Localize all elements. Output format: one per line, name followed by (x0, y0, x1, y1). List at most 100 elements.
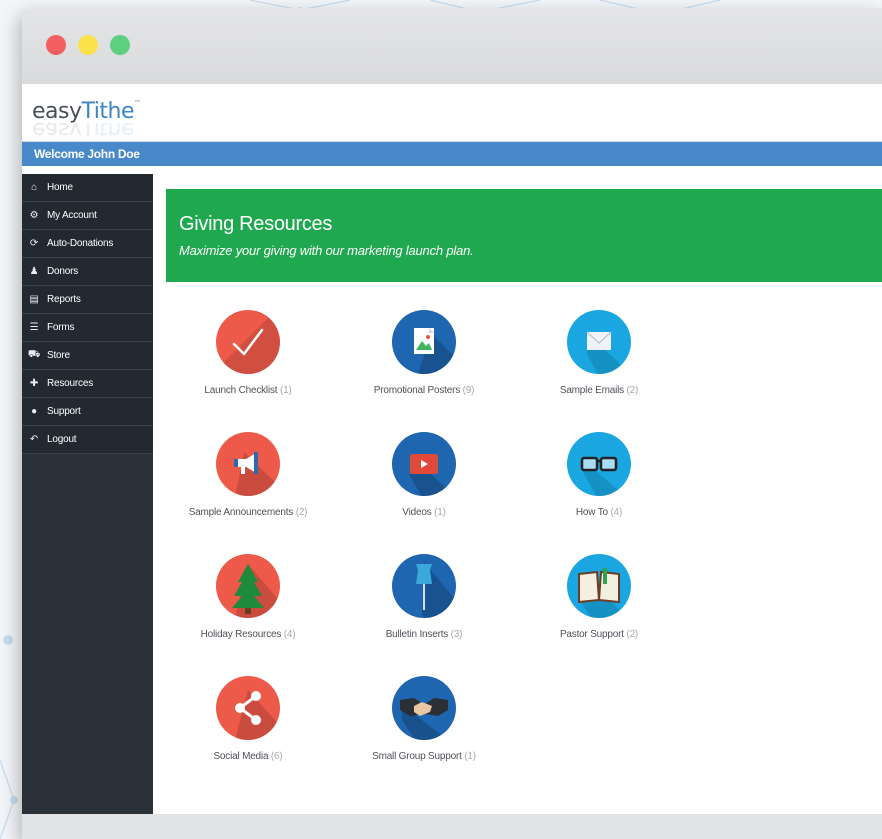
resource-count: (2) (626, 385, 639, 396)
resource-social-media[interactable]: Social Media (6) (173, 676, 323, 762)
logo-trademark: ™ (133, 99, 141, 107)
resource-count: (6) (270, 751, 283, 762)
window-close-button[interactable] (46, 35, 66, 55)
resource-count: (4) (283, 629, 296, 640)
resource-name: Sample Emails (559, 385, 624, 396)
pushpin-icon (392, 554, 456, 618)
sidebar-item-label: Donors (47, 266, 79, 277)
logo-reflection: easyTithe (32, 122, 134, 136)
resource-count: (1) (279, 385, 292, 396)
resource-pastor-support[interactable]: Pastor Support (2) (524, 554, 674, 640)
resource-count: (1) (434, 507, 446, 518)
resource-name: How To (575, 507, 608, 518)
sidebar-item-donors[interactable]: ♟ Donors (22, 258, 153, 286)
resource-videos[interactable]: Videos (1) (349, 432, 499, 518)
resource-count: (9) (462, 385, 475, 396)
resource-bulletin-inserts[interactable]: Bulletin Inserts (3) (349, 554, 499, 640)
sidebar-item-resources[interactable]: ✚ Resources (22, 370, 153, 398)
resource-launch-checklist[interactable]: Launch Checklist (1) (173, 310, 323, 396)
resource-name: Videos (402, 507, 432, 518)
logo[interactable]: easyTithe™ (32, 99, 141, 124)
resource-sample-emails[interactable]: Sample Emails (2) (524, 310, 674, 396)
resource-label: Sample Emails (2) (524, 385, 674, 396)
resource-promotional-posters[interactable]: Promotional Posters (9) (349, 310, 499, 396)
resource-name: Sample Announcements (188, 507, 294, 518)
megaphone-icon (216, 432, 280, 496)
tree-icon-art (232, 564, 280, 618)
sidebar-item-reports[interactable]: ▤ Reports (22, 286, 153, 314)
refresh-icon: ⟳ (29, 238, 39, 249)
window-minimize-button[interactable] (78, 35, 98, 55)
poster-icon (392, 310, 456, 374)
page-subtitle: Maximize your giving with our marketing … (179, 243, 474, 258)
window-titlebar (22, 8, 882, 84)
resource-holiday-resources[interactable]: Holiday Resources (4) (173, 554, 323, 640)
logo-part-easy: easy (32, 99, 82, 124)
resource-name: Bulletin Inserts (385, 629, 449, 640)
users-icon: ♟ (29, 266, 39, 277)
resource-small-group-support[interactable]: Small Group Support (1) (349, 676, 499, 762)
envelope-icon (567, 310, 631, 374)
sidebar-item-label: Support (47, 406, 81, 417)
glasses-icon-art (580, 456, 625, 496)
resource-label: Small Group Support (1) (349, 751, 499, 762)
list-icon: ☰ (29, 322, 39, 333)
sidebar-item-support[interactable]: ● Support (22, 398, 153, 426)
sidebar-item-logout[interactable]: ↶ Logout (22, 426, 153, 454)
resource-name: Small Group Support (372, 751, 462, 762)
home-icon: ⌂ (31, 182, 37, 193)
resource-count: (4) (610, 507, 623, 518)
video-icon-art (410, 454, 455, 496)
sidebar-item-store[interactable]: ⛟ Store (22, 342, 153, 370)
logo-part-tithe: Tithe (81, 99, 135, 124)
sidebar: ⌂ Home ⚙ My Account ⟳ Auto-Donations ♟ Donors ▤ R… (22, 174, 153, 814)
pushpin-icon-art (416, 562, 456, 618)
resource-label: How To (4) (524, 507, 674, 518)
checkmark-icon (216, 310, 280, 374)
resource-sample-announcements[interactable]: Sample Announcements (2) (173, 432, 323, 518)
resource-label: Launch Checklist (1) (173, 385, 323, 396)
resource-label: Videos (1) (349, 507, 499, 518)
share-icon (216, 676, 280, 740)
report-icon: ▤ (29, 294, 39, 305)
sidebar-item-label: Forms (47, 322, 75, 333)
sidebar-item-label: Logout (47, 434, 77, 445)
glasses-icon (567, 432, 631, 496)
gear-icon: ⚙ (29, 210, 39, 221)
browser-window: easyTithe™ easyTithe Welcome John Doe ⌂ H… (22, 8, 882, 839)
sidebar-item-forms[interactable]: ☰ Forms (22, 314, 153, 342)
sidebar-item-label: Reports (47, 294, 81, 305)
sidebar-item-label: Store (47, 350, 70, 361)
resource-count: (1) (464, 751, 476, 762)
resource-label: Bulletin Inserts (3) (349, 629, 499, 640)
video-icon (392, 432, 456, 496)
page-title: Giving Resources (179, 213, 333, 235)
welcome-text: Welcome John Doe (34, 147, 140, 161)
resource-label: Social Media (6) (173, 751, 323, 762)
resource-name: Promotional Posters (373, 385, 461, 396)
sidebar-item-home[interactable]: ⌂ Home (22, 174, 153, 202)
sidebar-item-label: Home (47, 182, 73, 193)
resource-how-to[interactable]: How To (4) (524, 432, 674, 518)
main-content: Giving Resources Maximize your giving wi… (153, 174, 882, 814)
resource-name: Holiday Resources (200, 629, 282, 640)
resource-name: Social Media (213, 751, 269, 762)
support-icon: ● (31, 406, 37, 417)
app-body: ⌂ Home ⚙ My Account ⟳ Auto-Donations ♟ Donors ▤ R… (22, 174, 882, 814)
logout-icon: ↶ (29, 434, 39, 445)
resource-name: Pastor Support (559, 629, 624, 640)
handshake-icon-art (400, 698, 448, 740)
checkmark-icon-art (216, 310, 280, 374)
window-maximize-button[interactable] (110, 35, 130, 55)
sidebar-item-label: Resources (47, 378, 93, 389)
resource-count: (2) (626, 629, 639, 640)
window-bottom-bar (22, 814, 882, 839)
welcome-bar: Welcome John Doe (22, 142, 882, 166)
app-header: easyTithe™ easyTithe (22, 84, 882, 142)
resource-count: (3) (450, 629, 463, 640)
sidebar-item-my-account[interactable]: ⚙ My Account (22, 202, 153, 230)
envelope-icon-art (586, 331, 631, 374)
gift-icon: ✚ (29, 378, 39, 389)
sidebar-item-auto-donations[interactable]: ⟳ Auto-Donations (22, 230, 153, 258)
resource-label: Sample Announcements (2) (173, 507, 323, 518)
